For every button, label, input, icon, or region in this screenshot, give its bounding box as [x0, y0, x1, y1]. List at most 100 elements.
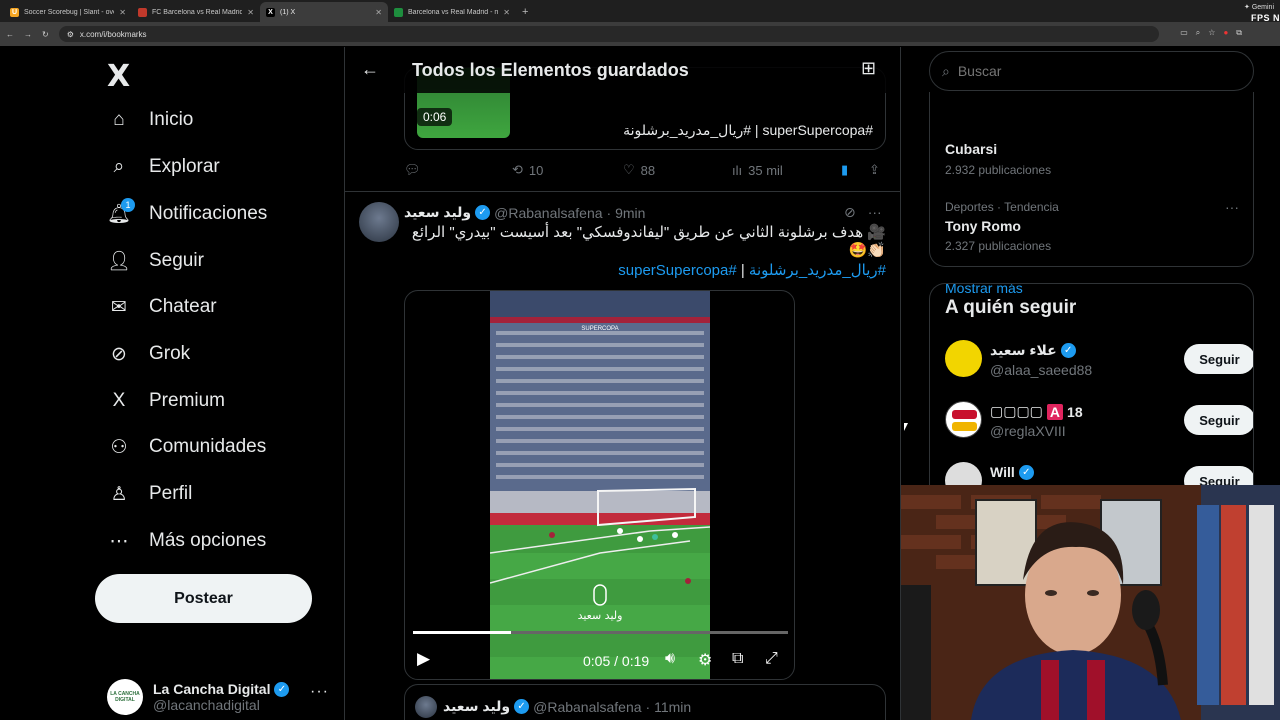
- reload-icon[interactable]: ↻: [42, 30, 49, 39]
- tab-close-icon[interactable]: ✕: [119, 8, 126, 17]
- nav-item-chatear[interactable]: ✉ Chatear: [107, 287, 217, 327]
- video-player[interactable]: SUPERCOPA وليد سعيد ▶ 0:05 / 0:19 🔊︎ ⚙ ⧉…: [404, 290, 795, 680]
- tab-close-icon[interactable]: ✕: [247, 8, 254, 17]
- video-progress-bar[interactable]: [413, 631, 788, 634]
- tweet-avatar[interactable]: [359, 202, 399, 242]
- webcam-image: [901, 485, 1280, 720]
- profile-icon: ♙: [107, 482, 131, 506]
- views-button[interactable]: ılı 35 mil: [732, 163, 783, 178]
- browser-tab[interactable]: FC Barcelona vs Real Madrid | ✕: [132, 2, 260, 22]
- tab-title: Soccer Scorebug | Slant - overl: [24, 8, 115, 16]
- nav-glyph: ✉: [111, 296, 127, 318]
- follow-suggestion[interactable]: ▢▢▢▢ A 18 @reglaXVIII Seguir: [945, 401, 1253, 445]
- user-avatar[interactable]: [945, 340, 982, 377]
- share-button[interactable]: ⇪: [869, 162, 880, 178]
- forward-nav-icon[interactable]: →: [24, 30, 32, 39]
- cast-icon[interactable]: ▭: [1180, 28, 1188, 38]
- reply-button[interactable]: 💬︎: [404, 162, 421, 178]
- tab-close-icon[interactable]: ✕: [375, 8, 382, 17]
- new-tab-button[interactable]: +: [516, 2, 534, 22]
- nav-label: Chatear: [149, 296, 217, 317]
- browser-tab[interactable]: Barcelona vs Real Madrid - ma ✕: [388, 2, 516, 22]
- verified-badge-icon: ✓: [514, 699, 530, 714]
- back-nav-icon[interactable]: ←: [6, 30, 14, 39]
- tweet-author-handle[interactable]: @Rabanalsafena: [494, 205, 602, 221]
- browser-tab[interactable]: U Soccer Scorebug | Slant - overl ✕: [4, 2, 132, 22]
- nav-label: Grok: [149, 343, 191, 364]
- nav-item-seguir[interactable]: 👤︎ Seguir: [107, 241, 204, 281]
- video-watermark: وليد سعيد: [578, 609, 623, 622]
- trend-name[interactable]: Tony Romo: [945, 218, 1021, 234]
- nav-item-inicio[interactable]: ⌂ Inicio: [107, 100, 193, 140]
- account-more-icon[interactable]: ···: [310, 683, 329, 701]
- tab-favicon-icon: [394, 7, 403, 17]
- nav-glyph: ⌂: [113, 109, 125, 130]
- post-button[interactable]: Postear: [95, 574, 312, 623]
- grok-icon[interactable]: ⊘: [844, 204, 856, 221]
- account-switcher[interactable]: LA CANCHA DIGITAL La Cancha Digital ✓ @l…: [107, 677, 337, 717]
- verified-badge-icon: ✓: [1060, 343, 1076, 358]
- nav-label: Seguir: [149, 250, 204, 271]
- user-name-boxes: ▢▢▢▢: [990, 403, 1043, 419]
- nav-item-premium[interactable]: X Premium: [107, 381, 225, 421]
- bookmark-star-icon[interactable]: ☆: [1208, 28, 1215, 38]
- trend-more-icon[interactable]: ···: [1225, 199, 1239, 215]
- tweet-time[interactable]: · 9min: [607, 205, 646, 221]
- play-icon[interactable]: ▶: [417, 649, 430, 669]
- search-input[interactable]: [957, 63, 1218, 79]
- user-avatar[interactable]: [945, 401, 982, 438]
- quoted-tweet-card[interactable]: وليد سعيد ✓ @Rabanalsafena · 11min: [404, 684, 886, 720]
- volume-icon[interactable]: 🔊︎: [665, 650, 675, 668]
- heart-icon: ♡: [623, 162, 635, 177]
- nav-item-perfil[interactable]: ♙ Perfil: [107, 474, 192, 514]
- account-avatar: LA CANCHA DIGITAL: [107, 679, 143, 715]
- nav-item-notificaciones[interactable]: 🔔︎ 1 Notificaciones: [107, 194, 267, 234]
- divider: [345, 191, 900, 192]
- retweet-button[interactable]: ⟲ 10: [512, 162, 543, 178]
- follow-suggestion[interactable]: علاء سعيد ✓ @alaa_saeed88 Seguir: [945, 340, 1253, 384]
- nav-item-ms-opciones[interactable]: ⋯ Más opciones: [107, 521, 267, 561]
- tweet-author-name[interactable]: وليد سعيد: [404, 204, 471, 221]
- settings-gear-icon[interactable]: ⚙: [698, 650, 712, 670]
- share-icon: ⇪: [869, 162, 880, 177]
- notification-badge: 1: [121, 198, 135, 212]
- follow-button[interactable]: Seguir: [1184, 405, 1253, 435]
- bookmark-button[interactable]: ▮: [841, 162, 848, 178]
- user-handle: @reglaXVIII: [990, 423, 1066, 439]
- back-arrow-icon[interactable]: ←: [361, 59, 379, 80]
- site-info-icon[interactable]: ⚙: [67, 30, 74, 39]
- like-button[interactable]: ♡ 88: [623, 162, 655, 178]
- hashtag-link[interactable]: #superSupercopa: [618, 262, 736, 279]
- reply-icon: 💬︎: [404, 162, 421, 177]
- hashtag-link[interactable]: #ريال_مدريد_برشلونة: [749, 262, 886, 279]
- tweet-author-name[interactable]: وليد سعيد: [443, 698, 510, 715]
- x-logo-icon[interactable]: X: [107, 59, 130, 94]
- search-icon: ⌕: [942, 62, 950, 79]
- fullscreen-icon[interactable]: ⤢: [765, 650, 778, 668]
- extensions-puzzle-icon[interactable]: ⧉: [1236, 28, 1242, 38]
- nav-item-explorar[interactable]: ⌕ Explorar: [107, 147, 220, 187]
- tweet-time[interactable]: · 11min: [646, 699, 692, 715]
- gemini-button[interactable]: ✦ Gemini: [1244, 3, 1274, 11]
- follow-button[interactable]: Seguir: [1184, 344, 1253, 374]
- tab-close-icon[interactable]: ✕: [503, 8, 510, 17]
- search-box[interactable]: ⌕: [929, 51, 1254, 91]
- nav-glyph: ⚇: [110, 436, 128, 458]
- trend-name[interactable]: Cubarsi: [945, 141, 997, 157]
- address-bar[interactable]: ⚙ x.com/i/bookmarks: [58, 26, 1159, 42]
- video-frame[interactable]: SUPERCOPA وليد سعيد: [490, 291, 710, 679]
- more-options-icon[interactable]: ···: [868, 204, 882, 221]
- zoom-icon[interactable]: ⌕: [1196, 28, 1200, 38]
- tweet-avatar[interactable]: [415, 696, 437, 718]
- extension-icon[interactable]: ●: [1223, 28, 1228, 38]
- avatar-logo-text: LA CANCHA DIGITAL: [110, 691, 140, 703]
- left-sidebar: X ⌂ Inicio ⌕ Explorar 🔔︎ 1 Notificaciones 👤︎ Seg…: [95, 47, 345, 720]
- nav-item-grok[interactable]: ⊘ Grok: [107, 334, 190, 374]
- user-handle: @alaa_saeed88: [990, 362, 1093, 378]
- browser-tab[interactable]: X (1) X ✕: [260, 2, 388, 22]
- picture-in-picture-icon[interactable]: ⧉: [732, 650, 743, 668]
- bookmark-folder-add-icon[interactable]: ⊞: [861, 58, 876, 79]
- page-header: ← Todos los Elementos guardados ⊞: [345, 47, 900, 93]
- tweet-author-handle[interactable]: @Rabanalsafena: [533, 699, 641, 715]
- nav-item-comunidades[interactable]: ⚇ Comunidades: [107, 427, 266, 467]
